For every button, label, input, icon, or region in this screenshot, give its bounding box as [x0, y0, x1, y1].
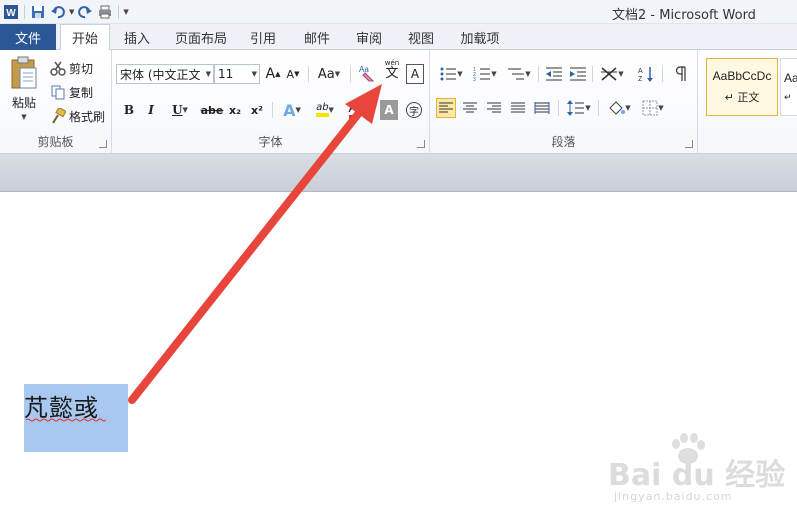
baidu-watermark: Bai du 经验 jingyan.baidu.com: [608, 433, 788, 510]
watermark-url: jingyan.baidu.com: [614, 490, 733, 503]
watermark-brand: Bai du 经验: [608, 458, 786, 493]
